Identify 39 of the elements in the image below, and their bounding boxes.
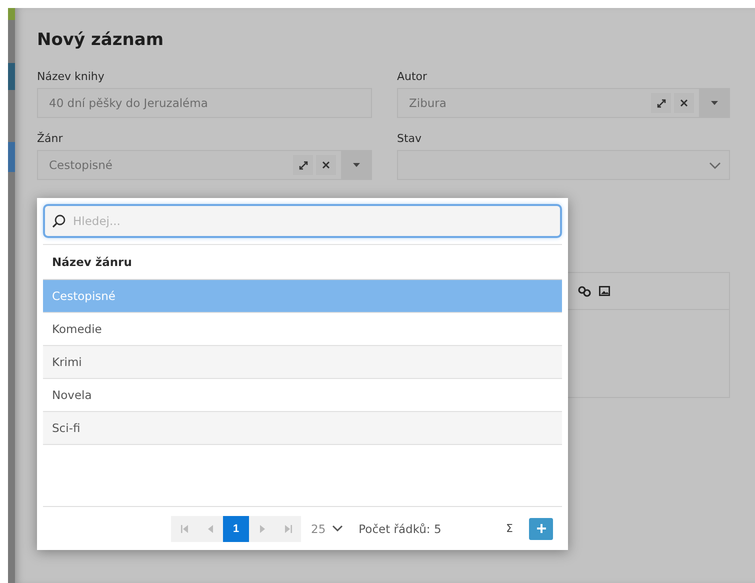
chevron-down-icon	[332, 525, 343, 532]
list-row[interactable]: Krimi	[43, 346, 562, 379]
field-label: Žánr	[37, 132, 64, 145]
dialog-title: Nový záznam	[37, 30, 165, 50]
column-header: Název žánru	[43, 244, 562, 280]
field-label: Stav	[397, 132, 423, 145]
expand-button[interactable]	[651, 93, 671, 113]
expand-button[interactable]	[293, 155, 313, 175]
sum-button[interactable]: Σ	[506, 522, 513, 535]
link-icon	[578, 286, 591, 296]
chevron-down-icon	[709, 162, 721, 168]
list-row[interactable]: Sci-fi	[43, 412, 562, 445]
clear-button[interactable]	[674, 93, 694, 113]
lookup-field[interactable]: Zibura	[397, 88, 730, 118]
row-count: Počet řádků: 5	[358, 522, 442, 536]
dropdown-button[interactable]	[699, 89, 729, 117]
select-field[interactable]	[397, 150, 730, 180]
image-icon	[599, 286, 610, 296]
previous-page-icon	[208, 524, 212, 532]
text-field[interactable]: 40 dní pěšky do Jeruzaléma	[37, 88, 372, 118]
dropdown-button[interactable]	[341, 151, 371, 179]
expand-icon	[298, 160, 308, 170]
caret-icon	[352, 163, 360, 167]
plus-icon	[536, 524, 546, 533]
first-page-icon	[180, 524, 188, 532]
field-label: Autor	[397, 70, 428, 83]
caret-icon	[710, 101, 718, 105]
field-label: Název knihy	[37, 70, 106, 83]
page-button[interactable]: 1	[223, 516, 249, 542]
search-field[interactable]: Hledej...	[43, 204, 562, 238]
close-icon	[322, 161, 330, 169]
add-button[interactable]	[529, 518, 553, 540]
clear-button[interactable]	[316, 155, 336, 175]
close-icon	[680, 99, 688, 107]
page-size-select[interactable]: 25	[311, 522, 343, 536]
last-page-icon	[284, 524, 292, 532]
next-page-icon	[260, 524, 264, 532]
lookup-field[interactable]: Cestopisné	[37, 150, 372, 180]
expand-icon	[656, 98, 666, 108]
